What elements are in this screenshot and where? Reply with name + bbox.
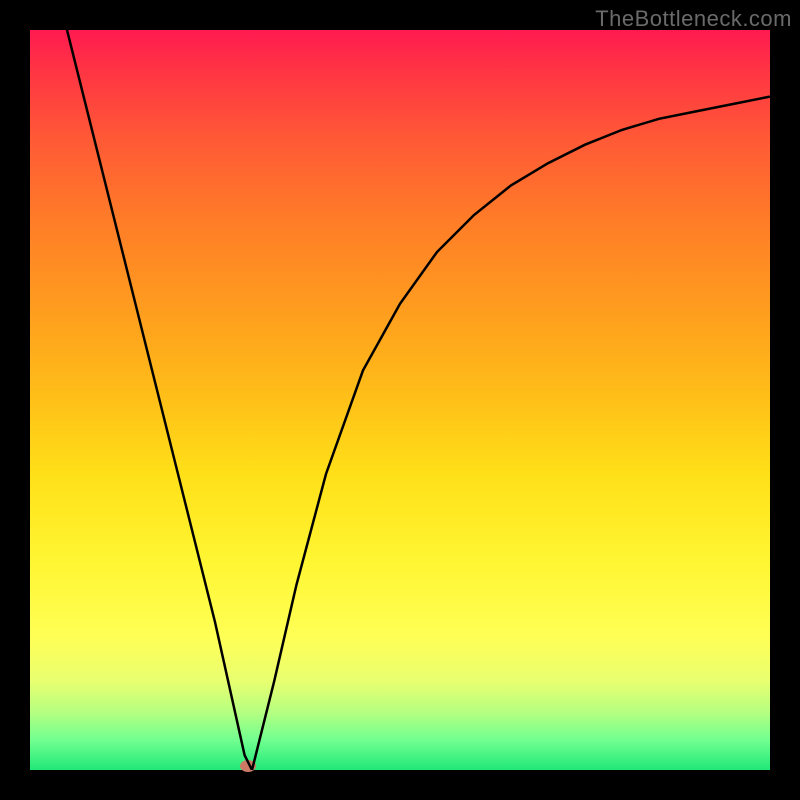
watermark-text: TheBottleneck.com [595, 6, 792, 32]
curve-svg [30, 30, 770, 770]
plot-area [30, 30, 770, 770]
chart-frame: TheBottleneck.com [0, 0, 800, 800]
bottleneck-curve [67, 30, 770, 770]
